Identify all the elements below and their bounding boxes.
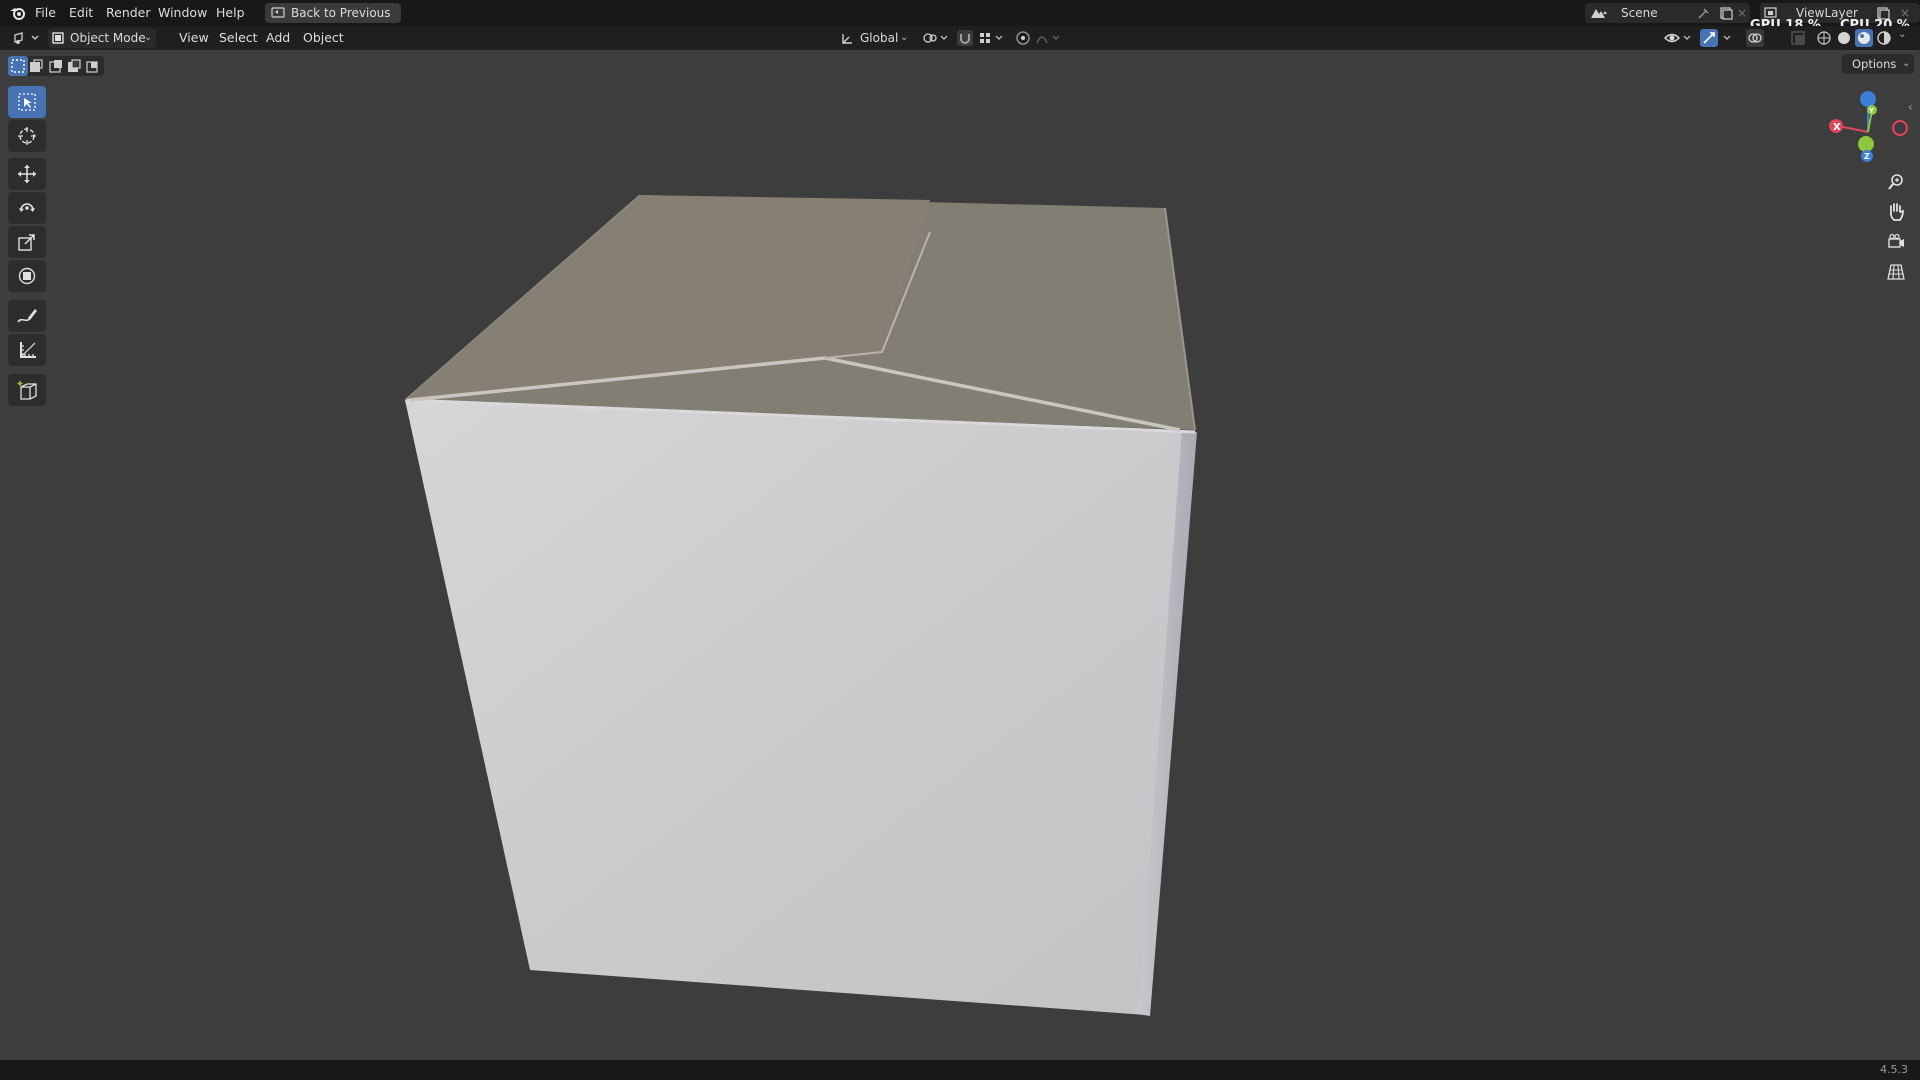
menu-view[interactable]: View — [173, 29, 215, 47]
move-icon — [18, 165, 36, 183]
version-label: 4.5.3 — [1880, 1063, 1908, 1076]
perspective-toggle-button[interactable] — [1882, 258, 1910, 286]
status-bar: 4.5.3 — [0, 1060, 1920, 1080]
tool-annotate[interactable] — [8, 300, 46, 332]
overlays-icon[interactable] — [1746, 29, 1764, 47]
orientation-axes-icon — [842, 34, 852, 44]
tool-cursor[interactable] — [8, 120, 46, 152]
menu-file[interactable]: File — [29, 4, 62, 22]
menu-window[interactable]: Window — [152, 4, 213, 22]
pan-button[interactable] — [1882, 198, 1910, 226]
menu-edit[interactable]: Edit — [63, 4, 99, 22]
back-button-label: Back to Previous — [291, 6, 391, 20]
snap-target-icon[interactable] — [978, 31, 1006, 45]
falloff-curve-icon[interactable] — [1035, 31, 1063, 45]
menu-add[interactable]: Add — [260, 29, 296, 47]
rotate-icon — [19, 203, 35, 212]
shading-rendered-icon[interactable] — [1876, 30, 1892, 46]
tool-measure[interactable] — [8, 334, 46, 366]
tool-scale[interactable] — [8, 226, 46, 258]
scene-icon — [1591, 9, 1607, 18]
cursor-icon — [18, 127, 36, 145]
top-bar: File Edit Render Window Help Back to Pre… — [0, 0, 1920, 33]
object-mode-icon — [52, 32, 64, 44]
gizmo-x-pos[interactable] — [1892, 120, 1908, 136]
mode-label: Object Mode — [70, 31, 146, 45]
gizmo-z-top[interactable] — [1860, 91, 1876, 107]
proportional-editing-icon[interactable] — [1015, 30, 1031, 46]
tool-add-cube[interactable] — [8, 374, 46, 406]
shading-options-chevron-icon[interactable]: ⌄ — [1898, 29, 1906, 40]
gizmo-x-label: X — [1833, 122, 1841, 133]
editor-type-icon[interactable] — [12, 30, 40, 46]
measure-ruler-icon — [20, 342, 36, 358]
camera-view-button[interactable] — [1882, 228, 1910, 256]
orientation-label: Global — [860, 31, 899, 45]
transform-orientation-selector[interactable]: Global ⌄ — [838, 28, 912, 48]
tool-transform[interactable] — [8, 260, 46, 292]
xray-toggle-icon[interactable] — [1790, 30, 1806, 46]
new-scene-icon[interactable] — [1719, 6, 1733, 20]
back-to-previous-button[interactable]: Back to Previous — [265, 3, 401, 23]
shading-material-icon[interactable] — [1855, 29, 1873, 47]
gizmo-y-label: Y — [1868, 107, 1875, 115]
scene-selector[interactable]: Scene × — [1585, 3, 1750, 23]
blender-logo-icon[interactable] — [9, 5, 27, 21]
chevron-down-icon: ⌄ — [144, 32, 153, 43]
scene-name: Scene — [1621, 6, 1658, 20]
tool-rotate[interactable] — [8, 192, 46, 224]
default-cube-object[interactable] — [0, 50, 1920, 1060]
select-box-icon — [18, 93, 36, 111]
menu-object[interactable]: Object — [297, 29, 350, 47]
visibility-eye-icon[interactable] — [1663, 30, 1693, 46]
viewport-header: Object Mode ⌄ View Select Add Object Glo… — [0, 26, 1920, 50]
pan-hand-icon — [1889, 203, 1904, 221]
navigation-gizmo[interactable]: X Y Z — [1820, 86, 1920, 166]
annotate-pencil-icon — [17, 309, 37, 323]
back-screen-icon — [271, 7, 285, 18]
gizmo-y-neg[interactable] — [1858, 136, 1874, 152]
gizmo-toggle-icon[interactable] — [1700, 29, 1736, 47]
tool-select-box[interactable] — [8, 86, 46, 118]
add-cube-icon — [17, 381, 37, 400]
menu-help[interactable]: Help — [210, 4, 251, 22]
chevron-down-icon: ⌄ — [900, 32, 909, 43]
transform-icon — [18, 267, 36, 285]
menu-render[interactable]: Render — [100, 4, 157, 22]
tool-move[interactable] — [8, 158, 46, 190]
3d-viewport[interactable]: Options ⌄ ‹ X Y Z — [0, 50, 1920, 1060]
grid-perspective-icon — [1887, 264, 1905, 280]
pivot-point-icon[interactable] — [922, 31, 950, 45]
gizmo-z-label: Z — [1864, 152, 1870, 161]
close-scene-icon[interactable]: × — [1737, 3, 1747, 23]
shading-wireframe-icon[interactable] — [1816, 30, 1832, 46]
shading-solid-icon[interactable] — [1836, 30, 1852, 46]
mode-selector[interactable]: Object Mode ⌄ — [48, 28, 156, 48]
zoom-button[interactable] — [1882, 168, 1910, 196]
scale-icon — [18, 234, 35, 251]
zoom-magnifier-icon — [1888, 174, 1903, 190]
snap-magnet-icon[interactable] — [957, 30, 973, 46]
camera-icon — [1888, 233, 1904, 248]
menu-select[interactable]: Select — [213, 29, 264, 47]
pin-icon[interactable] — [1697, 6, 1711, 20]
